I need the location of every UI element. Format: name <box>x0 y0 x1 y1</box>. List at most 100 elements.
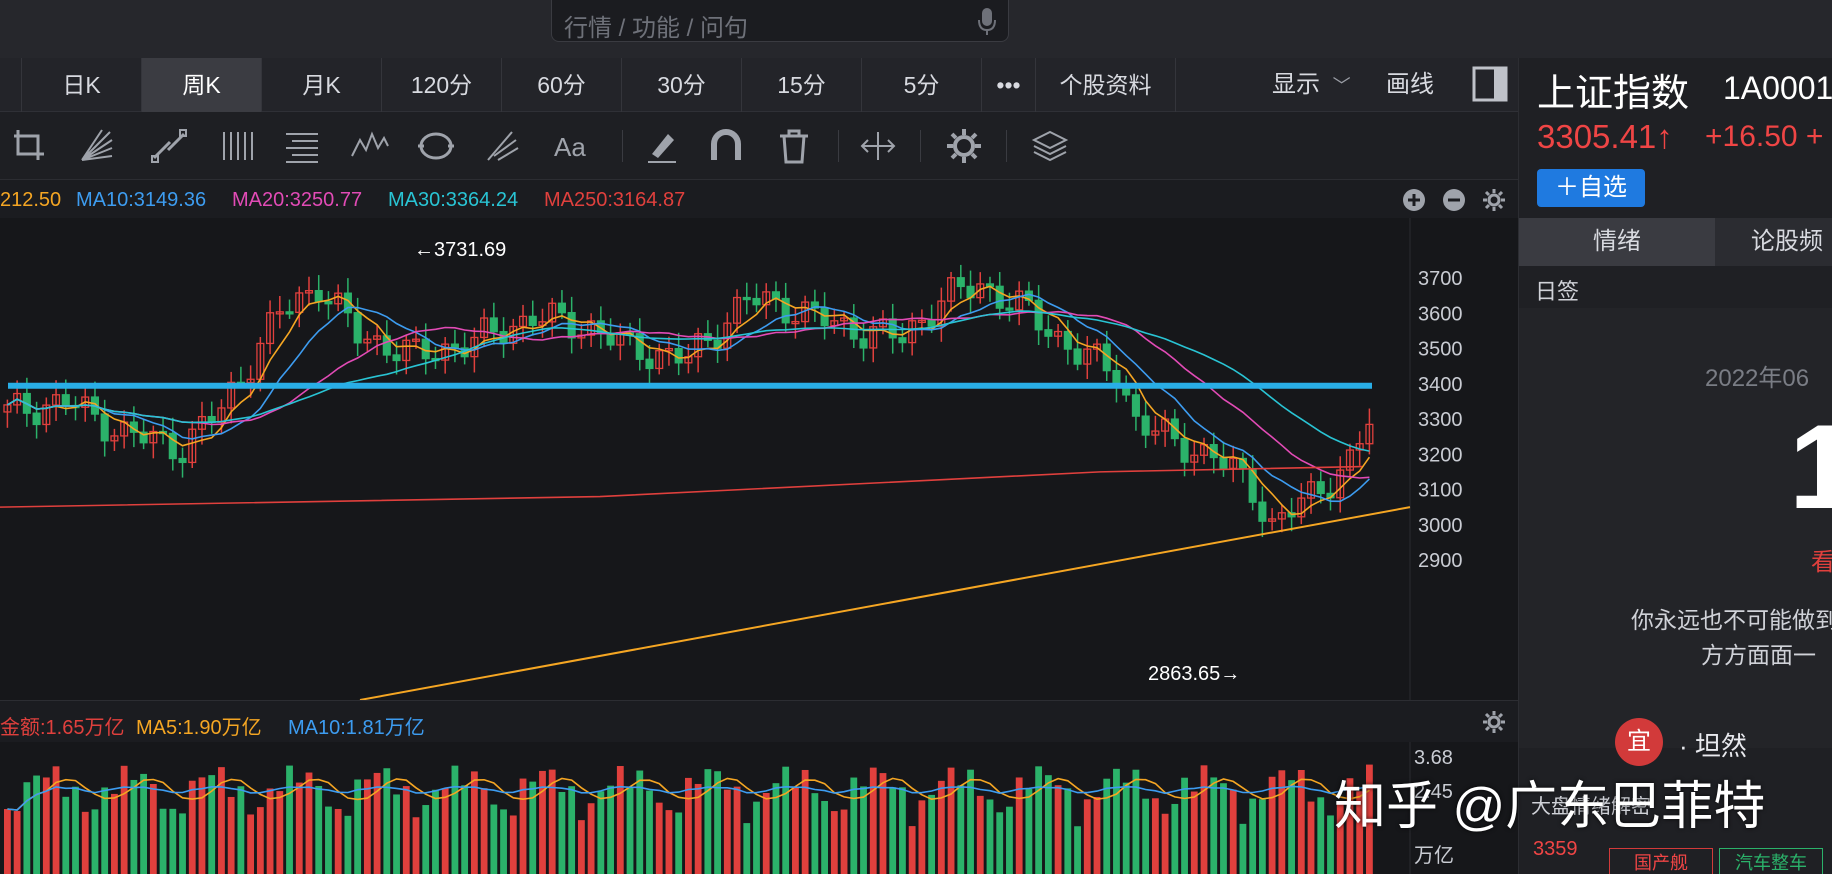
top-bar: 行情 / 功能 / 问句 <box>0 0 1832 58</box>
zoom-out-icon[interactable] <box>1442 188 1466 212</box>
zoom-in-icon[interactable] <box>1402 188 1426 212</box>
volume-bar <box>72 786 79 874</box>
wave-icon[interactable] <box>350 126 390 166</box>
candle-body <box>178 457 187 464</box>
crop-icon[interactable] <box>10 126 50 166</box>
volume-bar <box>149 783 157 874</box>
candle-body <box>1219 456 1228 470</box>
price-tick: 3000 <box>1418 515 1463 537</box>
volume-bar <box>412 817 420 874</box>
daily-sign-card[interactable]: 2022年06 1 看 你永远也不可能做到 方方面面一 <box>1519 308 1832 748</box>
candle-body <box>61 394 70 407</box>
ma-lines <box>0 285 1371 516</box>
volume-bar <box>179 813 186 874</box>
volume-bar <box>101 787 109 874</box>
candlestick-chart[interactable]: 3700 3600 3500 3400 3300 3200 3100 3000 2900 ←37… <box>0 218 1518 700</box>
volume-chart[interactable]: 3.68 2.45 万亿 <box>0 742 1518 874</box>
volume-axis-unit: 万亿 <box>1414 844 1454 867</box>
tab-stock-info[interactable]: 个股资料 <box>1036 58 1176 112</box>
tab-30min[interactable]: 30分 <box>622 58 742 112</box>
price-tick: 3300 <box>1418 409 1463 431</box>
volume-bar <box>451 765 459 874</box>
yi-badge: 宜 <box>1615 718 1663 766</box>
ma10-value: MA10:3149.36 <box>76 189 207 211</box>
price-chart[interactable]: 3700 3600 3500 3400 3300 3200 3100 3000 2900 ←37… <box>0 218 1518 700</box>
price-tick: 3700 <box>1418 268 1463 290</box>
volume-bar <box>714 771 721 874</box>
volume-bar <box>295 782 303 874</box>
card-date: 2022年06 <box>1705 365 1810 392</box>
volume-bar <box>325 806 332 874</box>
price-tick: 2900 <box>1418 550 1463 572</box>
drawn-support-line[interactable] <box>359 506 1411 700</box>
sector-tag-1[interactable]: 国产舰 <box>1609 848 1713 874</box>
tab-discussion[interactable]: 论股频 <box>1717 218 1832 266</box>
price-tick: 3100 <box>1418 480 1463 502</box>
parallel-line-icon[interactable] <box>150 126 190 166</box>
price-tick: 3500 <box>1418 339 1463 361</box>
volume-bar <box>23 782 31 874</box>
volume-bar <box>558 791 566 874</box>
measure-icon[interactable] <box>858 126 898 166</box>
tab-sentiment[interactable]: 情绪 <box>1519 218 1715 266</box>
volume-bar <box>1307 801 1315 874</box>
draw-line-button[interactable]: 画线 <box>1386 58 1434 112</box>
volume-settings-icon[interactable] <box>1482 710 1506 734</box>
volume-bar <box>743 823 751 874</box>
volume-bar <box>111 793 118 874</box>
index-change: +16.50 + <box>1705 120 1824 153</box>
tab-day-k[interactable]: 日K <box>22 58 142 112</box>
volume-bar <box>1035 766 1043 874</box>
sector-tag-2[interactable]: 汽车整车 <box>1719 848 1823 874</box>
candle-body <box>32 412 41 426</box>
volume-bar <box>169 808 177 874</box>
candle-body <box>956 277 965 288</box>
more-tabs-button[interactable]: ••• <box>982 58 1036 112</box>
tab-60min[interactable]: 60分 <box>502 58 622 112</box>
cycle-icon[interactable] <box>416 126 456 166</box>
right-panel: 上证指数 1A0001 3305.41↑ +16.50 + ＋自选 情绪 论股频… <box>1518 58 1832 874</box>
settings-icon[interactable] <box>944 126 984 166</box>
add-watchlist-button[interactable]: ＋自选 <box>1537 169 1645 207</box>
volume-bar <box>432 789 439 874</box>
text-lines-icon[interactable] <box>282 126 322 166</box>
volume-bar <box>1161 813 1169 874</box>
magnet-icon[interactable] <box>706 126 746 166</box>
vertical-lines-icon[interactable] <box>218 126 258 166</box>
volume-bar <box>1229 789 1237 874</box>
layers-icon[interactable] <box>1030 126 1070 166</box>
eraser-icon[interactable] <box>642 126 682 166</box>
search-box[interactable]: 行情 / 功能 / 问句 <box>551 0 1009 42</box>
vol-ma5-value: MA5:1.90万亿 <box>136 717 262 739</box>
microphone-icon[interactable] <box>978 6 996 36</box>
volume-bar <box>753 801 760 874</box>
tab-120min[interactable]: 120分 <box>382 58 502 112</box>
volume-bar <box>587 803 595 874</box>
volume-bar <box>402 786 410 874</box>
volume-legend: 金额:1.65万亿 MA5:1.90万亿 MA10:1.81万亿 <box>0 700 1518 742</box>
fan-lines-icon[interactable] <box>76 126 116 166</box>
volume-bar <box>441 788 449 874</box>
tab-15min[interactable]: 15分 <box>742 58 862 112</box>
text-icon[interactable]: Aa <box>552 126 592 166</box>
panel-toggle-icon[interactable] <box>1472 66 1508 102</box>
card-quote-line2: 方方面面一 <box>1701 642 1816 668</box>
tab-week-k[interactable]: 周K <box>142 58 262 112</box>
volume-bar <box>1210 777 1218 874</box>
volume-bar <box>1327 815 1334 874</box>
trash-icon[interactable] <box>774 126 814 166</box>
candle-body <box>1180 437 1189 463</box>
show-menu[interactable]: 显示 ﹀ <box>1272 58 1351 112</box>
tab-5min[interactable]: 5分 <box>862 58 982 112</box>
volume-bar <box>792 787 799 874</box>
price-tick: 3600 <box>1418 303 1463 325</box>
volume-bar <box>685 777 692 874</box>
volume-bar <box>821 800 829 874</box>
fork-icon[interactable] <box>482 126 522 166</box>
candle-body <box>528 315 537 326</box>
candle-body <box>353 312 362 344</box>
tab-month-k[interactable]: 月K <box>262 58 382 112</box>
price-tick: 3200 <box>1418 444 1463 466</box>
volume-bar <box>1025 788 1033 874</box>
chart-settings-icon[interactable] <box>1482 188 1506 212</box>
